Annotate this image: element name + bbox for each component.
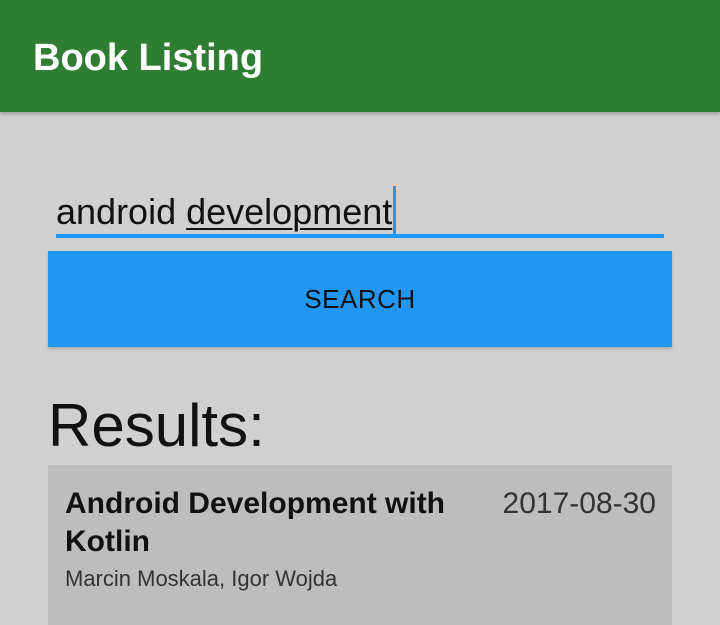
text-cursor xyxy=(393,186,397,234)
search-query-composing: development xyxy=(186,191,393,232)
app-title: Book Listing xyxy=(33,37,264,79)
search-input-value[interactable]: android development xyxy=(56,186,397,234)
search-button[interactable]: SEARCH xyxy=(48,251,672,347)
publish-date: 2017-08-30 xyxy=(502,487,656,520)
main-content: android development SEARCH Results: Andr… xyxy=(0,112,720,625)
search-input[interactable]: android development xyxy=(56,180,664,238)
book-authors: Marcin Moskala, Igor Wojda xyxy=(65,566,338,591)
list-item[interactable]: Android Development with Kotlin 2017-08-… xyxy=(48,465,672,625)
search-query-prefix: android xyxy=(56,191,187,232)
app-bar: Book Listing xyxy=(0,0,720,112)
book-title: Android Development with Kotlin xyxy=(65,487,446,558)
results-heading: Results: xyxy=(48,392,265,459)
